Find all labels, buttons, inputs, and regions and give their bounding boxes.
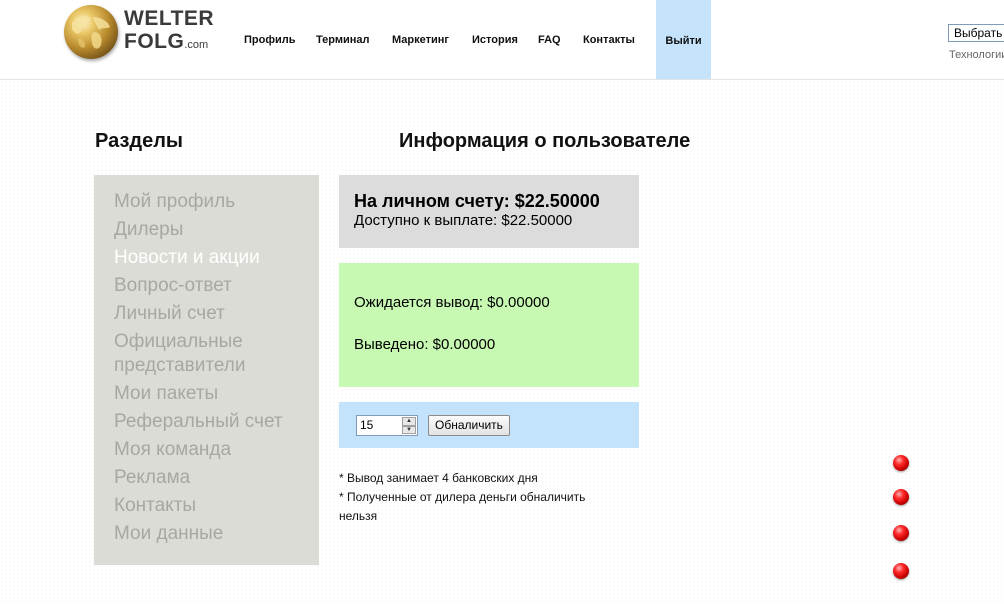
sidebar-item-my-profile[interactable]: Мой профиль: [114, 190, 309, 214]
nav-faq[interactable]: FAQ: [538, 34, 561, 46]
withdrawal-panel: Ожидается вывод: $0.00000 Выведено: $0.0…: [339, 263, 639, 387]
note-dealer-money: * Полученные от дилера деньги обналичить…: [339, 490, 586, 523]
red-dot-icon-3[interactable]: [893, 525, 909, 541]
sidebar-item-news[interactable]: Новости и акции: [114, 246, 309, 270]
sidebar-item-personal-account[interactable]: Личный счет: [114, 302, 309, 326]
stepper-up-icon[interactable]: ▲: [402, 417, 416, 426]
brand-name[interactable]: WELTER: [124, 7, 214, 31]
nav-logout[interactable]: Выйти: [656, 0, 711, 79]
withdrawn-amount: Выведено: $0.00000: [354, 336, 496, 353]
nav-terminal[interactable]: Терминал: [316, 34, 370, 46]
sidebar-item-contacts[interactable]: Контакты: [114, 494, 309, 518]
brand-folg: FOLG: [124, 30, 185, 53]
amount-value[interactable]: 15: [360, 418, 373, 432]
language-select[interactable]: Выбрать: [948, 24, 1004, 42]
red-dot-icon-1[interactable]: [893, 455, 909, 471]
balance-panel: На личном счету: $22.50000 Доступно к вы…: [339, 175, 639, 248]
sections-heading: Разделы: [95, 130, 183, 152]
cashout-button[interactable]: Обналичить: [428, 415, 510, 436]
technologies-link[interactable]: Технологии: [949, 49, 1004, 61]
pending-withdrawal: Ожидается вывод: $0.00000: [354, 294, 550, 311]
nav-profile[interactable]: Профиль: [244, 34, 295, 46]
notes: * Вывод занимает 4 банковских дня * Полу…: [339, 469, 619, 526]
nav-history[interactable]: История: [472, 34, 518, 46]
sidebar-item-my-packages[interactable]: Мои пакеты: [114, 382, 309, 406]
nav-contacts[interactable]: Контакты: [583, 34, 635, 46]
sidebar-item-advertising[interactable]: Реклама: [114, 466, 309, 490]
note-processing-time: * Вывод занимает 4 банковских дня: [339, 471, 538, 485]
header: WELTER FOLG.com Профиль Терминал Маркети…: [0, 0, 1004, 80]
sections-sidebar: Мой профиль Дилеры Новости и акции Вопро…: [94, 175, 319, 565]
red-dot-icon-4[interactable]: [893, 563, 909, 579]
sidebar-item-official-reps[interactable]: Официальные представители: [114, 330, 309, 378]
stepper-buttons: ▲ ▼: [402, 417, 416, 434]
sidebar-item-dealers[interactable]: Дилеры: [114, 218, 309, 242]
cashout-panel: 15 ▲ ▼ Обналичить: [339, 402, 639, 448]
sidebar-item-my-data[interactable]: Мои данные: [114, 522, 309, 546]
sidebar-item-faq[interactable]: Вопрос-ответ: [114, 274, 309, 298]
account-balance: На личном счету: $22.50000: [354, 191, 600, 211]
nav-marketing[interactable]: Маркетинг: [392, 34, 449, 46]
sidebar-item-referral-account[interactable]: Реферальный счет: [114, 410, 309, 434]
stepper-down-icon[interactable]: ▼: [402, 425, 416, 434]
available-payout: Доступно к выплате: $22.50000: [354, 212, 573, 229]
user-info-heading: Информация о пользователе: [399, 130, 691, 152]
brand-name-line2[interactable]: FOLG.com: [124, 30, 208, 54]
amount-stepper[interactable]: 15 ▲ ▼: [356, 415, 418, 436]
sidebar-item-my-team[interactable]: Моя команда: [114, 438, 309, 462]
red-dot-icon-2[interactable]: [893, 489, 909, 505]
globe-logo-icon[interactable]: [64, 5, 118, 59]
brand-domain: .com: [184, 39, 209, 51]
